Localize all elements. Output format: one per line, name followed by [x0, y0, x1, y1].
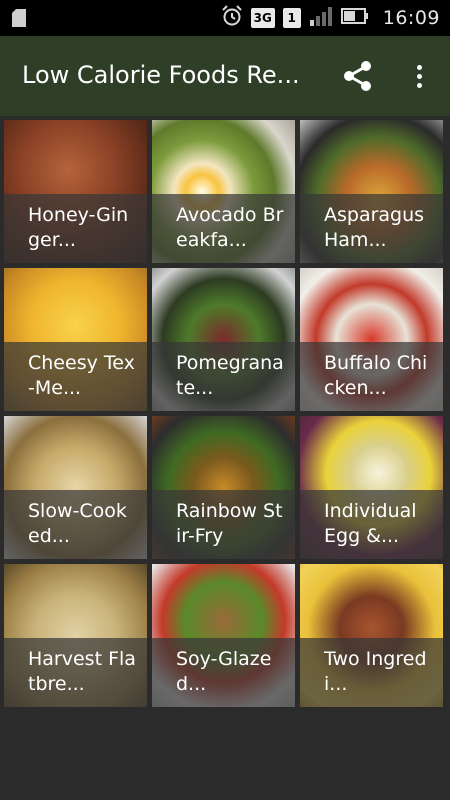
- recipe-caption: Avocado Breakfa...: [152, 194, 295, 263]
- network-3g-icon: 3G: [250, 8, 275, 28]
- recipe-caption: Rainbow Stir-Fry: [152, 490, 295, 559]
- recipe-tile[interactable]: Asparagus Ham...: [300, 120, 443, 263]
- recipe-title: Slow-Cooked...: [28, 500, 127, 547]
- more-vert-icon: [416, 64, 422, 70]
- recipe-caption: Harvest Flatbre...: [4, 638, 147, 707]
- battery-icon: [340, 7, 369, 29]
- recipe-caption: Buffalo Chicken...: [300, 342, 443, 411]
- recipe-caption: Two Ingredi...: [300, 638, 443, 707]
- recipe-title: Cheesy Tex-Me...: [28, 352, 135, 399]
- recipe-tile[interactable]: Soy-Glazed...: [152, 564, 295, 707]
- recipe-tile[interactable]: Two Ingredi...: [300, 564, 443, 707]
- recipe-tile[interactable]: Cheesy Tex-Me...: [4, 268, 147, 411]
- recipe-tile[interactable]: Rainbow Stir-Fry: [152, 416, 295, 559]
- recipe-title: Harvest Flatbre...: [28, 648, 136, 695]
- sd-card-icon: [12, 9, 26, 31]
- sim-icon: 1: [282, 8, 301, 28]
- more-options-button[interactable]: [404, 58, 434, 94]
- status-bar: 3G 1 16:09: [0, 0, 450, 36]
- recipe-tile[interactable]: Avocado Breakfa...: [152, 120, 295, 263]
- recipe-caption: Slow-Cooked...: [4, 490, 147, 559]
- recipe-title: Soy-Glazed...: [176, 648, 272, 695]
- recipe-title: Honey-Ginger...: [28, 204, 129, 251]
- recipe-tile[interactable]: Harvest Flatbre...: [4, 564, 147, 707]
- recipe-caption: Individual Egg &...: [300, 490, 443, 559]
- recipe-tile[interactable]: Buffalo Chicken...: [300, 268, 443, 411]
- alarm-icon: [221, 5, 243, 31]
- status-time: 16:09: [382, 7, 440, 29]
- recipe-tile[interactable]: Slow-Cooked...: [4, 416, 147, 559]
- recipe-grid: Honey-Ginger... Avocado Breakfa... Asparag…: [4, 120, 446, 707]
- recipe-title: Two Ingredi...: [324, 648, 427, 695]
- share-icon: [344, 61, 371, 91]
- recipe-caption: Asparagus Ham...: [300, 194, 443, 263]
- recipe-tile[interactable]: Honey-Ginger...: [4, 120, 147, 263]
- recipe-title: Pomegranate...: [176, 352, 284, 399]
- signal-icon: [309, 6, 333, 30]
- recipe-title: Asparagus Ham...: [324, 204, 425, 251]
- recipe-title: Rainbow Stir-Fry: [176, 500, 283, 547]
- recipe-title: Individual Egg &...: [324, 500, 417, 547]
- recipe-tile[interactable]: Individual Egg &...: [300, 416, 443, 559]
- share-button[interactable]: [340, 58, 376, 94]
- recipe-caption: Soy-Glazed...: [152, 638, 295, 707]
- recipe-title: Avocado Breakfa...: [176, 204, 284, 251]
- recipe-caption: Honey-Ginger...: [4, 194, 147, 263]
- app-title: Low Calorie Foods Re...: [22, 61, 300, 89]
- recipe-caption: Pomegranate...: [152, 342, 295, 411]
- app-bar: Low Calorie Foods Re...: [0, 36, 450, 116]
- recipe-caption: Cheesy Tex-Me...: [4, 342, 147, 411]
- recipe-title: Buffalo Chicken...: [324, 352, 428, 399]
- recipe-tile[interactable]: Pomegranate...: [152, 268, 295, 411]
